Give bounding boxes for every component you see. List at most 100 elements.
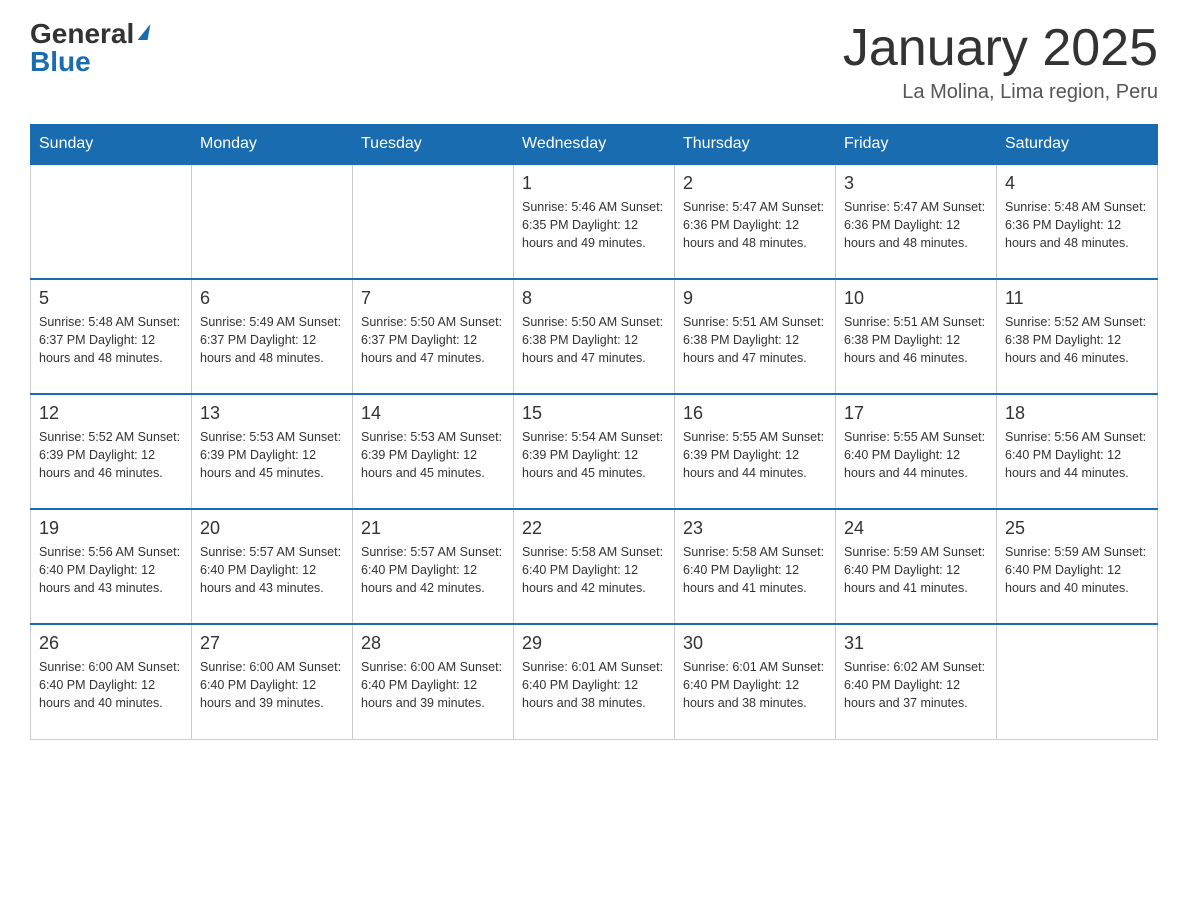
day-number: 27 xyxy=(200,633,344,654)
day-info: Sunrise: 5:50 AM Sunset: 6:37 PM Dayligh… xyxy=(361,313,505,367)
day-info: Sunrise: 5:47 AM Sunset: 6:36 PM Dayligh… xyxy=(844,198,988,252)
day-of-week-header: Tuesday xyxy=(353,125,514,165)
day-info: Sunrise: 5:48 AM Sunset: 6:36 PM Dayligh… xyxy=(1005,198,1149,252)
day-info: Sunrise: 6:01 AM Sunset: 6:40 PM Dayligh… xyxy=(683,658,827,712)
day-number: 14 xyxy=(361,403,505,424)
day-number: 30 xyxy=(683,633,827,654)
day-info: Sunrise: 6:00 AM Sunset: 6:40 PM Dayligh… xyxy=(39,658,183,712)
day-number: 7 xyxy=(361,288,505,309)
calendar-cell: 24 Sunrise: 5:59 AM Sunset: 6:40 PM Dayli… xyxy=(836,509,997,624)
day-number: 1 xyxy=(522,173,666,194)
day-info: Sunrise: 6:00 AM Sunset: 6:40 PM Dayligh… xyxy=(361,658,505,712)
calendar-cell: 3 Sunrise: 5:47 AM Sunset: 6:36 PM Daylig… xyxy=(836,164,997,279)
day-info: Sunrise: 6:00 AM Sunset: 6:40 PM Dayligh… xyxy=(200,658,344,712)
day-number: 2 xyxy=(683,173,827,194)
day-info: Sunrise: 5:55 AM Sunset: 6:40 PM Dayligh… xyxy=(844,428,988,482)
day-info: Sunrise: 5:49 AM Sunset: 6:37 PM Dayligh… xyxy=(200,313,344,367)
calendar-cell: 12Sunrise: 5:52 AM Sunset: 6:39 PM Dayli… xyxy=(31,394,192,509)
calendar-cell: 19 Sunrise: 5:56 AM Sunset: 6:40 PM Dayli… xyxy=(31,509,192,624)
day-number: 31 xyxy=(844,633,988,654)
day-info: Sunrise: 5:51 AM Sunset: 6:38 PM Dayligh… xyxy=(844,313,988,367)
calendar-cell: 18Sunrise: 5:56 AM Sunset: 6:40 PM Dayli… xyxy=(997,394,1158,509)
day-info: Sunrise: 5:46 AM Sunset: 6:35 PM Dayligh… xyxy=(522,198,666,252)
calendar-cell xyxy=(997,624,1158,739)
calendar-week-row: 1 Sunrise: 5:46 AM Sunset: 6:35 PM Daylig… xyxy=(31,164,1158,279)
calendar-cell: 14 Sunrise: 5:53 AM Sunset: 6:39 PM Dayli… xyxy=(353,394,514,509)
day-info: Sunrise: 5:56 AM Sunset: 6:40 PM Dayligh… xyxy=(39,543,183,597)
calendar-cell: 15 Sunrise: 5:54 AM Sunset: 6:39 PM Dayli… xyxy=(514,394,675,509)
day-number: 29 xyxy=(522,633,666,654)
day-info: Sunrise: 5:58 AM Sunset: 6:40 PM Dayligh… xyxy=(522,543,666,597)
calendar-cell: 11 Sunrise: 5:52 AM Sunset: 6:38 PM Dayli… xyxy=(997,279,1158,394)
day-number: 19 xyxy=(39,518,183,539)
day-info: Sunrise: 5:55 AM Sunset: 6:39 PM Dayligh… xyxy=(683,428,827,482)
day-number: 25 xyxy=(1005,518,1149,539)
day-info: Sunrise: 5:57 AM Sunset: 6:40 PM Dayligh… xyxy=(361,543,505,597)
day-number: 23 xyxy=(683,518,827,539)
calendar-cell: 5 Sunrise: 5:48 AM Sunset: 6:37 PM Daylig… xyxy=(31,279,192,394)
day-of-week-header: Sunday xyxy=(31,125,192,165)
day-info: Sunrise: 5:52 AM Sunset: 6:38 PM Dayligh… xyxy=(1005,313,1149,367)
day-info: Sunrise: 5:51 AM Sunset: 6:38 PM Dayligh… xyxy=(683,313,827,367)
calendar-cell: 25Sunrise: 5:59 AM Sunset: 6:40 PM Dayli… xyxy=(997,509,1158,624)
logo: General Blue xyxy=(30,20,149,76)
calendar-cell: 8 Sunrise: 5:50 AM Sunset: 6:38 PM Daylig… xyxy=(514,279,675,394)
calendar-week-row: 19 Sunrise: 5:56 AM Sunset: 6:40 PM Dayli… xyxy=(31,509,1158,624)
day-number: 16 xyxy=(683,403,827,424)
day-number: 5 xyxy=(39,288,183,309)
day-number: 28 xyxy=(361,633,505,654)
day-number: 24 xyxy=(844,518,988,539)
day-number: 3 xyxy=(844,173,988,194)
calendar-cell: 26 Sunrise: 6:00 AM Sunset: 6:40 PM Dayli… xyxy=(31,624,192,739)
day-number: 10 xyxy=(844,288,988,309)
day-of-week-header: Saturday xyxy=(997,125,1158,165)
calendar-cell xyxy=(31,164,192,279)
calendar-cell: 29 Sunrise: 6:01 AM Sunset: 6:40 PM Dayli… xyxy=(514,624,675,739)
calendar-cell: 1 Sunrise: 5:46 AM Sunset: 6:35 PM Daylig… xyxy=(514,164,675,279)
day-info: Sunrise: 5:53 AM Sunset: 6:39 PM Dayligh… xyxy=(200,428,344,482)
day-info: Sunrise: 6:01 AM Sunset: 6:40 PM Dayligh… xyxy=(522,658,666,712)
day-info: Sunrise: 5:56 AM Sunset: 6:40 PM Dayligh… xyxy=(1005,428,1149,482)
calendar-week-row: 26 Sunrise: 6:00 AM Sunset: 6:40 PM Dayli… xyxy=(31,624,1158,739)
day-of-week-header: Monday xyxy=(192,125,353,165)
calendar-cell: 2 Sunrise: 5:47 AM Sunset: 6:36 PM Daylig… xyxy=(675,164,836,279)
day-of-week-header: Wednesday xyxy=(514,125,675,165)
day-info: Sunrise: 5:58 AM Sunset: 6:40 PM Dayligh… xyxy=(683,543,827,597)
day-info: Sunrise: 5:50 AM Sunset: 6:38 PM Dayligh… xyxy=(522,313,666,367)
calendar-cell: 27 Sunrise: 6:00 AM Sunset: 6:40 PM Dayli… xyxy=(192,624,353,739)
day-info: Sunrise: 5:48 AM Sunset: 6:37 PM Dayligh… xyxy=(39,313,183,367)
day-number: 8 xyxy=(522,288,666,309)
calendar-cell: 7 Sunrise: 5:50 AM Sunset: 6:37 PM Daylig… xyxy=(353,279,514,394)
day-number: 9 xyxy=(683,288,827,309)
location-title: La Molina, Lima region, Peru xyxy=(843,81,1158,104)
day-number: 22 xyxy=(522,518,666,539)
calendar-table: SundayMondayTuesdayWednesdayThursdayFrid… xyxy=(30,124,1158,740)
day-of-week-header: Friday xyxy=(836,125,997,165)
calendar-cell: 23 Sunrise: 5:58 AM Sunset: 6:40 PM Dayli… xyxy=(675,509,836,624)
day-info: Sunrise: 5:53 AM Sunset: 6:39 PM Dayligh… xyxy=(361,428,505,482)
day-info: Sunrise: 5:59 AM Sunset: 6:40 PM Dayligh… xyxy=(844,543,988,597)
day-number: 17 xyxy=(844,403,988,424)
day-info: Sunrise: 5:52 AM Sunset: 6:39 PM Dayligh… xyxy=(39,428,183,482)
page-header: General Blue January 2025 La Molina, Lim… xyxy=(30,20,1158,104)
day-number: 15 xyxy=(522,403,666,424)
day-info: Sunrise: 5:47 AM Sunset: 6:36 PM Dayligh… xyxy=(683,198,827,252)
calendar-cell: 17 Sunrise: 5:55 AM Sunset: 6:40 PM Dayli… xyxy=(836,394,997,509)
calendar-cell xyxy=(192,164,353,279)
day-number: 26 xyxy=(39,633,183,654)
calendar-cell: 21 Sunrise: 5:57 AM Sunset: 6:40 PM Dayli… xyxy=(353,509,514,624)
day-number: 6 xyxy=(200,288,344,309)
logo-general-text: General xyxy=(30,20,134,48)
calendar-cell: 10 Sunrise: 5:51 AM Sunset: 6:38 PM Dayli… xyxy=(836,279,997,394)
day-number: 4 xyxy=(1005,173,1149,194)
day-number: 20 xyxy=(200,518,344,539)
calendar-week-row: 5 Sunrise: 5:48 AM Sunset: 6:37 PM Daylig… xyxy=(31,279,1158,394)
calendar-week-row: 12Sunrise: 5:52 AM Sunset: 6:39 PM Dayli… xyxy=(31,394,1158,509)
logo-blue-text: Blue xyxy=(30,48,91,76)
day-info: Sunrise: 6:02 AM Sunset: 6:40 PM Dayligh… xyxy=(844,658,988,712)
day-info: Sunrise: 5:54 AM Sunset: 6:39 PM Dayligh… xyxy=(522,428,666,482)
day-number: 21 xyxy=(361,518,505,539)
day-number: 11 xyxy=(1005,288,1149,309)
calendar-cell: 20Sunrise: 5:57 AM Sunset: 6:40 PM Dayli… xyxy=(192,509,353,624)
calendar-cell: 30 Sunrise: 6:01 AM Sunset: 6:40 PM Dayli… xyxy=(675,624,836,739)
